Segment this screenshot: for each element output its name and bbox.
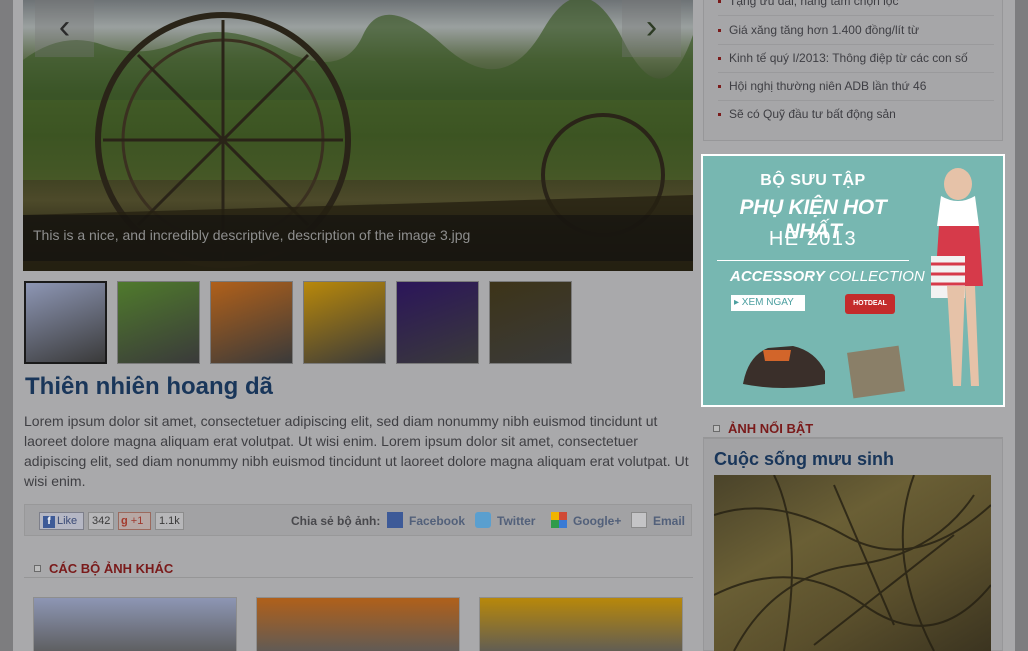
featured-image[interactable] [714, 475, 991, 651]
thumbnail[interactable] [117, 281, 200, 364]
featured-title[interactable]: Cuộc sống mưu sinh [714, 449, 894, 470]
news-item[interactable]: Sẽ có Quỹ đầu tư bất động sản [718, 101, 994, 129]
gplus-icon: g [121, 515, 128, 527]
gallery-title: Thiên nhiên hoang dã [25, 373, 273, 400]
bullet-square-icon [34, 565, 41, 572]
other-album-thumbnail[interactable] [33, 597, 237, 651]
facebook-icon: f [43, 516, 55, 528]
like-count: 342 [88, 512, 115, 530]
thumbnail[interactable] [24, 281, 107, 364]
divider [24, 577, 693, 578]
gplus-count: 1.1k [155, 512, 184, 530]
thumbnail[interactable] [303, 281, 386, 364]
slide-caption: This is a nice, and incredibly descripti… [23, 215, 693, 261]
share-facebook-link[interactable]: Facebook [387, 511, 465, 531]
slide-prev-button[interactable]: ‹ [35, 0, 94, 57]
featured-heading: ẢNH NỔI BẬT [713, 421, 813, 436]
other-album-thumbnail[interactable] [256, 597, 460, 651]
gallery-description: Lorem ipsum dolor sit amet, consectetuer… [24, 413, 689, 489]
twitter-icon [475, 512, 491, 528]
news-item[interactable]: Kinh tế quý I/2013: Thông điệp từ các co… [718, 45, 994, 73]
main-slideshow[interactable]: ‹ › This is a nice, and incredibly descr… [23, 0, 693, 271]
ad-illustration [743, 168, 983, 399]
news-item[interactable]: Hội nghị thường niên ADB lần thứ 46 [718, 73, 994, 101]
other-album-thumbnail[interactable] [479, 597, 683, 651]
facebook-like-button[interactable]: f Like [39, 512, 84, 530]
thumbnail[interactable] [489, 281, 572, 364]
share-bar: f Like 342 g +1 1.1k Chia sẻ bộ ảnh: Face… [24, 504, 692, 536]
other-albums-heading: CÁC BỘ ẢNH KHÁC [34, 561, 173, 576]
news-item[interactable]: Tặng ưu đãi, hàng tấm chọn lọc [718, 0, 994, 16]
email-icon [631, 512, 647, 528]
chevron-right-icon: › [645, 8, 658, 46]
news-item[interactable]: Giá xăng tăng hơn 1.400 đồng/lít từ [718, 17, 994, 45]
news-list: Tặng ưu đãi, hàng tấm chọn lọc Giá xăng … [703, 0, 1003, 141]
advertisement-banner[interactable]: BỘ SƯU TẬP PHỤ KIỆN HOT NHẤT HÈ 2013 ACC… [701, 154, 1005, 407]
bullet-icon [718, 0, 721, 3]
share-label: Chia sẻ bộ ảnh: [291, 514, 381, 528]
share-twitter-link[interactable]: Twitter [475, 511, 535, 531]
thumbnail-strip [24, 281, 572, 364]
bullet-icon [718, 57, 721, 60]
chevron-left-icon: ‹ [58, 8, 71, 46]
bullet-square-icon [713, 425, 720, 432]
facebook-icon [387, 512, 403, 528]
advertisement-content: BỘ SƯU TẬP PHỤ KIỆN HOT NHẤT HÈ 2013 ACC… [703, 156, 1003, 405]
share-email-link[interactable]: Email [631, 511, 685, 531]
bullet-icon [718, 113, 721, 116]
bullet-icon [718, 85, 721, 88]
bullet-icon [718, 29, 721, 32]
thumbnail[interactable] [210, 281, 293, 364]
slide-next-button[interactable]: › [622, 0, 681, 57]
thumbnail[interactable] [396, 281, 479, 364]
gplus-button[interactable]: g +1 [118, 512, 151, 530]
googleplus-icon [551, 512, 567, 528]
share-googleplus-link[interactable]: Google+ [551, 511, 621, 531]
